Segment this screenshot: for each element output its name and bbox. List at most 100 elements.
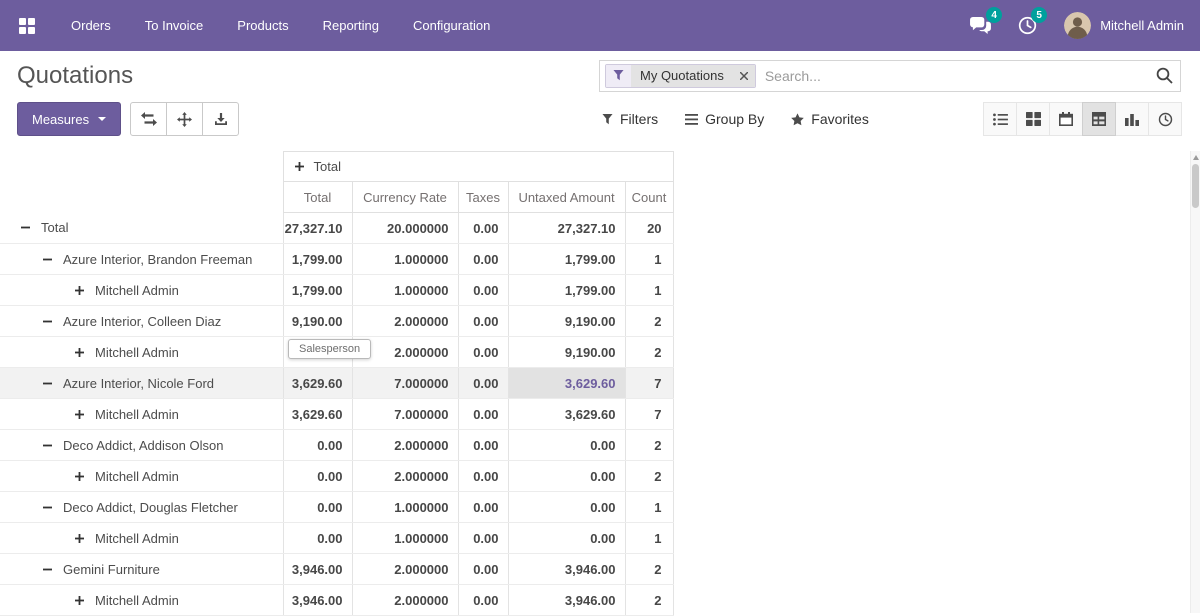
column-group-header[interactable]: Total <box>283 152 673 182</box>
pivot-cell[interactable]: 0.00 <box>458 430 508 461</box>
pivot-cell[interactable]: 2 <box>625 554 673 585</box>
pivot-cell[interactable]: 2 <box>625 337 673 368</box>
pivot-cell[interactable]: 1 <box>625 244 673 275</box>
pivot-cell[interactable]: 0.00 <box>283 430 352 461</box>
row-header[interactable]: Mitchell Admin <box>0 585 283 616</box>
pivot-cell[interactable]: 2 <box>625 461 673 492</box>
pivot-cell[interactable]: 3,946.00 <box>283 554 352 585</box>
pivot-cell[interactable]: 1,799.00 <box>283 275 352 306</box>
pivot-cell[interactable]: 2 <box>625 430 673 461</box>
pivot-cell[interactable]: 1.000000 <box>352 275 458 306</box>
pivot-cell[interactable]: 0.00 <box>508 523 625 554</box>
pivot-cell[interactable]: 7 <box>625 399 673 430</box>
pivot-cell[interactable]: 1 <box>625 523 673 554</box>
pivot-cell[interactable]: 3,629.60 <box>283 399 352 430</box>
pivot-cell[interactable]: 1.000000 <box>352 492 458 523</box>
pivot-cell[interactable]: 1,799.00 <box>283 244 352 275</box>
pivot-cell[interactable]: 7.000000 <box>352 399 458 430</box>
list-view-button[interactable] <box>983 102 1017 136</box>
row-header[interactable]: Total <box>0 213 283 244</box>
row-header[interactable]: Mitchell Admin <box>0 399 283 430</box>
row-header[interactable]: Mitchell Admin <box>0 523 283 554</box>
measure-header[interactable]: Taxes <box>458 182 508 213</box>
pivot-cell[interactable]: 2.000000 <box>352 461 458 492</box>
pivot-cell[interactable]: 1,799.00 <box>508 275 625 306</box>
vertical-scrollbar[interactable] <box>1190 151 1200 613</box>
pivot-cell[interactable]: 7 <box>625 368 673 399</box>
measure-header[interactable]: Total <box>283 182 352 213</box>
filters-button[interactable]: Filters <box>602 111 658 127</box>
row-header[interactable]: Mitchell Admin <box>0 337 283 368</box>
pivot-cell[interactable]: 1 <box>625 275 673 306</box>
pivot-cell[interactable]: 2 <box>625 585 673 616</box>
pivot-cell[interactable]: 1.000000 <box>352 523 458 554</box>
measure-header[interactable]: Count <box>625 182 673 213</box>
pivot-cell[interactable]: 9,190.00 <box>283 306 352 337</box>
kanban-view-button[interactable] <box>1016 102 1050 136</box>
search-input[interactable] <box>763 67 1149 85</box>
pivot-view-button[interactable] <box>1082 102 1116 136</box>
pivot-cell[interactable]: 9,190.00 <box>508 337 625 368</box>
calendar-view-button[interactable] <box>1049 102 1083 136</box>
row-header[interactable]: Deco Addict, Douglas Fletcher <box>0 492 283 523</box>
row-header[interactable]: Mitchell Admin <box>0 461 283 492</box>
pivot-cell[interactable]: 0.00 <box>458 461 508 492</box>
pivot-cell[interactable]: 0.00 <box>283 523 352 554</box>
pivot-cell[interactable]: 1 <box>625 492 673 523</box>
pivot-cell[interactable]: 0.00 <box>458 244 508 275</box>
row-header[interactable]: Mitchell Admin <box>0 275 283 306</box>
nav-item-to-invoice[interactable]: To Invoice <box>128 0 221 51</box>
search-icon[interactable] <box>1156 67 1173 84</box>
pivot-cell[interactable]: 0.00 <box>508 430 625 461</box>
pivot-cell[interactable]: 3,629.60 <box>283 368 352 399</box>
scrollbar-thumb[interactable] <box>1192 164 1199 208</box>
group-by-button[interactable]: Group By <box>685 111 764 127</box>
measure-header[interactable]: Currency Rate <box>352 182 458 213</box>
pivot-cell[interactable]: 0.00 <box>458 306 508 337</box>
download-button[interactable] <box>202 102 239 136</box>
pivot-cell[interactable]: 2.000000 <box>352 585 458 616</box>
pivot-cell[interactable]: 7.000000 <box>352 368 458 399</box>
row-header[interactable]: Azure Interior, Nicole Ford <box>0 368 283 399</box>
pivot-cell[interactable]: 0.00 <box>458 368 508 399</box>
activity-view-button[interactable] <box>1148 102 1182 136</box>
pivot-cell[interactable]: 20 <box>625 213 673 244</box>
scroll-up-arrow-icon[interactable] <box>1193 155 1199 160</box>
activities-button[interactable]: 5 <box>1005 0 1050 51</box>
pivot-cell[interactable]: 3,946.00 <box>283 585 352 616</box>
pivot-cell[interactable]: 0.00 <box>458 399 508 430</box>
nav-item-products[interactable]: Products <box>220 0 305 51</box>
pivot-cell[interactable]: 0.00 <box>458 337 508 368</box>
nav-item-configuration[interactable]: Configuration <box>396 0 507 51</box>
row-header[interactable]: Azure Interior, Colleen Diaz <box>0 306 283 337</box>
messages-button[interactable]: 4 <box>956 0 1005 51</box>
pivot-cell[interactable]: 2.000000 <box>352 306 458 337</box>
pivot-cell[interactable]: 0.00 <box>508 492 625 523</box>
pivot-cell[interactable]: 27,327.10 <box>283 213 352 244</box>
pivot-cell[interactable]: 3,946.00 <box>508 585 625 616</box>
nav-item-reporting[interactable]: Reporting <box>306 0 396 51</box>
pivot-cell[interactable]: 0.00 <box>283 461 352 492</box>
pivot-cell[interactable]: 1,799.00 <box>508 244 625 275</box>
flip-axis-button[interactable] <box>130 102 167 136</box>
facet-remove-icon[interactable] <box>733 65 755 87</box>
row-header[interactable]: Azure Interior, Brandon Freeman <box>0 244 283 275</box>
pivot-cell[interactable]: 2 <box>625 306 673 337</box>
graph-view-button[interactable] <box>1115 102 1149 136</box>
pivot-cell[interactable]: 0.00 <box>458 492 508 523</box>
pivot-cell[interactable]: 3,629.60 <box>508 399 625 430</box>
row-header[interactable]: Gemini Furniture <box>0 554 283 585</box>
measure-header[interactable]: Untaxed Amount <box>508 182 625 213</box>
pivot-cell[interactable]: 0.00 <box>458 585 508 616</box>
pivot-cell[interactable]: 0.00 <box>458 213 508 244</box>
apps-menu-button[interactable] <box>0 0 54 51</box>
pivot-cell[interactable]: 0.00 <box>458 275 508 306</box>
pivot-cell[interactable]: 0.00 <box>283 492 352 523</box>
pivot-cell[interactable]: 0.00 <box>458 523 508 554</box>
pivot-cell[interactable]: 0.00 <box>508 461 625 492</box>
pivot-cell-selected[interactable]: 3,629.60 <box>508 368 625 399</box>
row-header[interactable]: Deco Addict, Addison Olson <box>0 430 283 461</box>
pivot-cell[interactable]: 3,946.00 <box>508 554 625 585</box>
pivot-cell[interactable]: 27,327.10 <box>508 213 625 244</box>
nav-item-orders[interactable]: Orders <box>54 0 128 51</box>
